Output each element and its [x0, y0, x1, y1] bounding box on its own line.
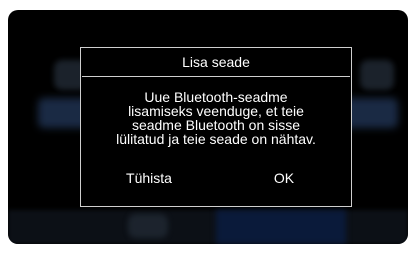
background-bluetooth-icon	[360, 60, 394, 90]
cancel-button[interactable]: Tühista	[109, 167, 189, 189]
dialog-message-line: lülitatud ja teie seade on nähtav.	[116, 131, 316, 147]
dialog-message: Uue Bluetooth-seadme lisamiseks veenduge…	[91, 90, 341, 146]
ok-button[interactable]: OK	[249, 167, 319, 189]
dialog-message-line: seadme Bluetooth on sisse	[131, 117, 301, 133]
device-frame: Lisa seade Uue Bluetooth-seadme lisamise…	[0, 0, 416, 253]
dialog-message-line: lisamiseks veenduge, et teie	[128, 103, 304, 119]
dialog-divider	[82, 76, 350, 77]
background-bottom-bar	[8, 210, 408, 244]
screen: Lisa seade Uue Bluetooth-seadme lisamise…	[8, 10, 408, 244]
add-device-dialog: Lisa seade Uue Bluetooth-seadme lisamise…	[80, 47, 352, 207]
dialog-title: Lisa seade	[182, 54, 250, 70]
dialog-message-line: Uue Bluetooth-seadme	[144, 89, 288, 105]
background-home-icon	[128, 214, 168, 238]
background-highlight-tab	[216, 210, 346, 244]
